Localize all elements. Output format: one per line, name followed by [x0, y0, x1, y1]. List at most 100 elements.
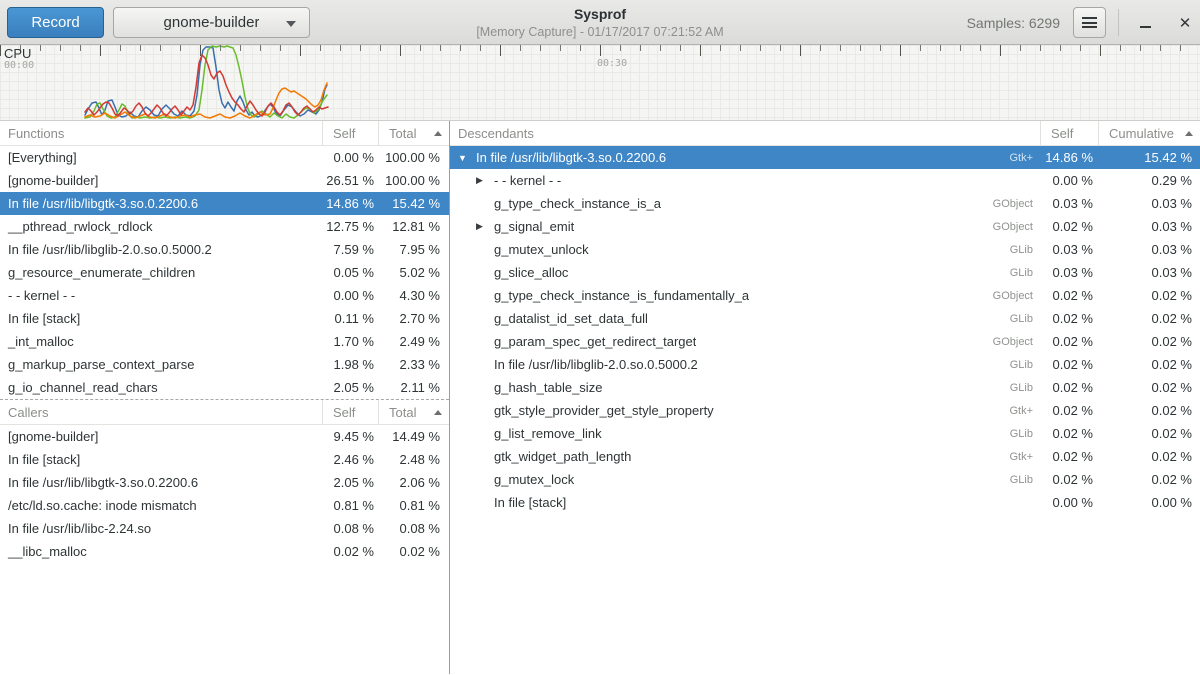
function-name: g_list_remove_link: [494, 426, 602, 441]
table-row[interactable]: g_markup_parse_context_parse1.98 %2.33 %: [0, 353, 449, 376]
function-name: g_type_check_instance_is_a: [494, 196, 661, 211]
expander-collapsed-icon[interactable]: ▶: [476, 221, 494, 232]
table-row[interactable]: In file /usr/lib/libc-2.24.so0.08 %0.08 …: [0, 517, 449, 540]
total-value: 5.02 %: [378, 261, 449, 284]
close-button[interactable]: ✕: [1170, 8, 1200, 38]
table-row[interactable]: /etc/ld.so.cache: inode mismatch0.81 %0.…: [0, 494, 449, 517]
total-value: 2.49 %: [378, 330, 449, 353]
column-header-functions[interactable]: Functions: [0, 121, 322, 145]
function-name-cell: In file /usr/lib/libc-2.24.so: [0, 517, 322, 540]
tree-row[interactable]: g_hash_table_sizeGLib0.02 %0.02 %: [450, 376, 1200, 399]
process-selector[interactable]: gnome-builder: [113, 7, 310, 38]
window-title: Sysprof: [300, 6, 900, 22]
cpu-series-cpu-green: [85, 46, 327, 118]
self-value: 0.02 %: [1040, 376, 1098, 399]
tree-row[interactable]: ▼In file /usr/lib/libgtk-3.so.0.2200.6Gt…: [450, 146, 1200, 169]
tree-row[interactable]: g_datalist_id_set_data_fullGLib0.02 %0.0…: [450, 307, 1200, 330]
table-row[interactable]: [gnome-builder]26.51 %100.00 %: [0, 169, 449, 192]
tree-row[interactable]: gtk_style_provider_get_style_propertyGtk…: [450, 399, 1200, 422]
column-header-self[interactable]: Self: [322, 121, 378, 145]
column-header-total-label: Total: [389, 405, 416, 420]
self-value: 14.86 %: [322, 192, 378, 215]
function-name-cell: g_slice_allocGLib: [450, 261, 1040, 284]
total-value: 2.48 %: [378, 448, 449, 471]
cumulative-value: 0.02 %: [1098, 353, 1200, 376]
self-value: 0.00 %: [322, 146, 378, 169]
table-row[interactable]: In file /usr/lib/libgtk-3.so.0.2200.62.0…: [0, 471, 449, 494]
function-name-cell: g_type_check_instance_is_aGObject: [450, 192, 1040, 215]
cumulative-value: 15.42 %: [1098, 146, 1200, 169]
table-row[interactable]: In file [stack]2.46 %2.48 %: [0, 448, 449, 471]
tree-row[interactable]: gtk_widget_path_lengthGtk+0.02 %0.02 %: [450, 445, 1200, 468]
function-name: g_mutex_unlock: [494, 242, 589, 257]
column-header-self[interactable]: Self: [1040, 121, 1098, 145]
function-name-cell: In file [stack]: [450, 491, 1040, 514]
function-name-cell: __pthread_rwlock_rdlock: [0, 215, 322, 238]
tree-row[interactable]: g_param_spec_get_redirect_targetGObject0…: [450, 330, 1200, 353]
expander-expanded-icon[interactable]: ▼: [458, 153, 476, 163]
library-category-label: GLib: [1010, 313, 1040, 325]
table-row[interactable]: __libc_malloc0.02 %0.02 %: [0, 540, 449, 563]
cumulative-value: 0.29 %: [1098, 169, 1200, 192]
total-value: 0.08 %: [378, 517, 449, 540]
table-row[interactable]: - - kernel - -0.00 %4.30 %: [0, 284, 449, 307]
record-button[interactable]: Record: [7, 7, 104, 38]
tree-row[interactable]: In file [stack]0.00 %0.00 %: [450, 491, 1200, 514]
function-name-cell: In file /usr/lib/libgtk-3.so.0.2200.6: [0, 471, 322, 494]
total-value: 7.95 %: [378, 238, 449, 261]
expander-collapsed-icon[interactable]: ▶: [476, 175, 494, 186]
self-value: 0.02 %: [1040, 215, 1098, 238]
table-row[interactable]: g_resource_enumerate_children0.05 %5.02 …: [0, 261, 449, 284]
table-row[interactable]: g_io_channel_read_chars2.05 %2.11 %: [0, 376, 449, 399]
table-row[interactable]: [Everything]0.00 %100.00 %: [0, 146, 449, 169]
tree-row[interactable]: g_type_check_instance_is_fundamentally_a…: [450, 284, 1200, 307]
table-row[interactable]: __pthread_rwlock_rdlock12.75 %12.81 %: [0, 215, 449, 238]
function-name: g_signal_emit: [494, 219, 574, 234]
self-value: 0.00 %: [1040, 491, 1098, 514]
menu-button[interactable]: [1073, 7, 1106, 38]
tree-row[interactable]: g_type_check_instance_is_aGObject0.03 %0…: [450, 192, 1200, 215]
tree-row[interactable]: g_mutex_unlockGLib0.03 %0.03 %: [450, 238, 1200, 261]
column-header-self[interactable]: Self: [322, 400, 378, 424]
column-header-descendants[interactable]: Descendants: [450, 121, 1040, 145]
table-row[interactable]: _int_malloc1.70 %2.49 %: [0, 330, 449, 353]
total-value: 0.02 %: [378, 540, 449, 563]
titlebar-separator: [1118, 9, 1119, 36]
tree-row[interactable]: g_slice_allocGLib0.03 %0.03 %: [450, 261, 1200, 284]
function-name-cell: /etc/ld.so.cache: inode mismatch: [0, 494, 322, 517]
close-icon: ✕: [1179, 16, 1192, 31]
library-category-label: GObject: [993, 336, 1040, 348]
function-name-cell: g_hash_table_sizeGLib: [450, 376, 1040, 399]
table-row[interactable]: In file /usr/lib/libgtk-3.so.0.2200.614.…: [0, 192, 449, 215]
self-value: 0.03 %: [1040, 192, 1098, 215]
cpu-graph[interactable]: CPU 00:00 00:30: [0, 45, 1200, 121]
self-value: 0.81 %: [322, 494, 378, 517]
self-value: 9.45 %: [322, 425, 378, 448]
tree-row[interactable]: ▶g_signal_emitGObject0.02 %0.03 %: [450, 215, 1200, 238]
function-name: g_slice_alloc: [494, 265, 568, 280]
self-value: 0.00 %: [322, 284, 378, 307]
table-row[interactable]: In file [stack]0.11 %2.70 %: [0, 307, 449, 330]
table-row[interactable]: In file /usr/lib/libglib-2.0.so.0.5000.2…: [0, 238, 449, 261]
tree-row[interactable]: g_list_remove_linkGLib0.02 %0.02 %: [450, 422, 1200, 445]
cpu-graph-label: CPU: [4, 46, 31, 61]
tree-row[interactable]: ▶- - kernel - -0.00 %0.29 %: [450, 169, 1200, 192]
column-header-cumulative[interactable]: Cumulative: [1098, 121, 1200, 145]
column-header-total[interactable]: Total: [378, 400, 449, 424]
minimize-button[interactable]: [1130, 8, 1160, 38]
column-header-total[interactable]: Total: [378, 121, 449, 145]
table-row[interactable]: [gnome-builder]9.45 %14.49 %: [0, 425, 449, 448]
function-name: g_type_check_instance_is_fundamentally_a: [494, 288, 749, 303]
column-header-callers[interactable]: Callers: [0, 400, 322, 424]
self-value: 1.70 %: [322, 330, 378, 353]
tree-row[interactable]: g_mutex_lockGLib0.02 %0.02 %: [450, 468, 1200, 491]
descendants-table-header: Descendants Self Cumulative: [450, 121, 1200, 146]
function-name-cell: g_io_channel_read_chars: [0, 376, 322, 399]
function-name-cell: g_param_spec_get_redirect_targetGObject: [450, 330, 1040, 353]
cpu-graph-lines: [0, 45, 1200, 120]
tree-row[interactable]: In file /usr/lib/libglib-2.0.so.0.5000.2…: [450, 353, 1200, 376]
function-name-cell: ▼In file /usr/lib/libgtk-3.so.0.2200.6Gt…: [450, 146, 1040, 169]
descendants-panel: Descendants Self Cumulative ▼In file /us…: [450, 121, 1200, 674]
total-value: 15.42 %: [378, 192, 449, 215]
function-name: - - kernel - -: [494, 173, 561, 188]
